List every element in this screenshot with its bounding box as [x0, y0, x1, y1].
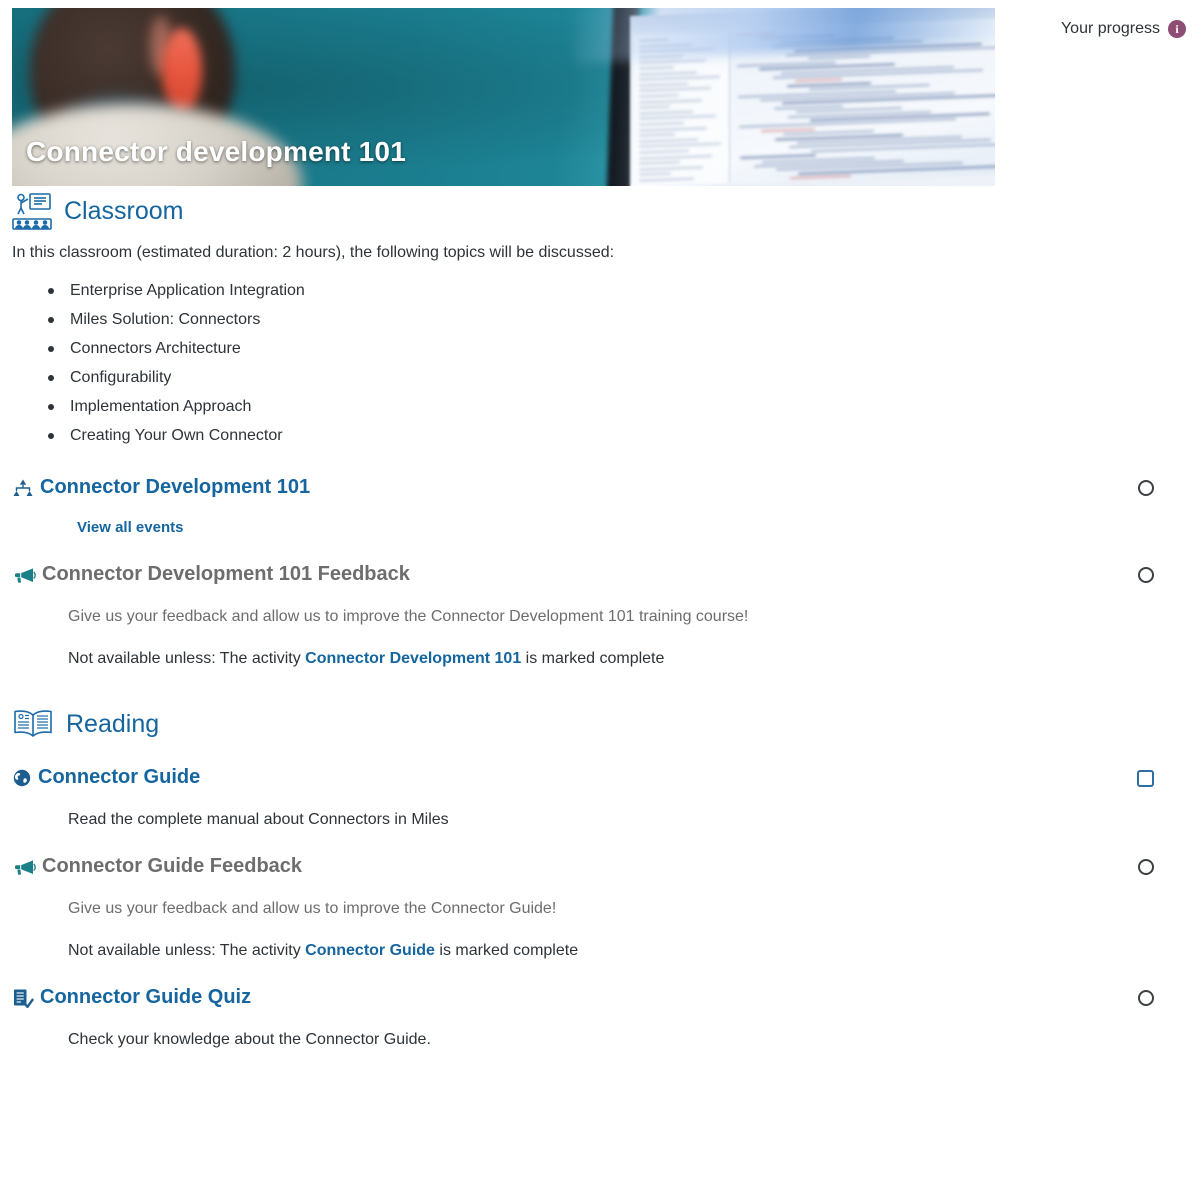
activity-description: Give us your feedback and allow us to im…: [68, 900, 557, 917]
square-marker: [1137, 770, 1154, 787]
circle-marker: [1138, 859, 1154, 875]
classroom-intro-text: In this classroom (estimated duration: 2…: [12, 244, 615, 261]
topic-list-item: Implementation Approach: [48, 392, 1186, 421]
topic-list-item: Configurability: [48, 363, 1186, 392]
activity-title-link[interactable]: Connector Guide Quiz: [40, 986, 251, 1009]
topic-list-item: Miles Solution: Connectors: [48, 305, 1186, 334]
activity-connector-development-101-feedback: Connector Development 101 Feedback Give …: [12, 563, 1186, 668]
circle-marker: [1138, 990, 1154, 1006]
activity-description: Read the complete manual about Connector…: [68, 811, 449, 828]
restriction-prefix: Not available unless: The activity: [68, 942, 306, 959]
globe-icon: [13, 769, 31, 786]
restriction-suffix: is marked complete: [521, 650, 665, 667]
activity-restriction: Not available unless: The activity Conne…: [68, 942, 1186, 960]
classroom-section-title: Classroom: [64, 196, 184, 225]
reading-section-header: Reading: [12, 708, 1186, 740]
classroom-topics-list: Enterprise Application Integration Miles …: [12, 276, 1186, 450]
course-banner: Connector development 101: [12, 8, 995, 186]
classroom-section-header: Classroom: [12, 192, 1186, 230]
section-classroom: Classroom In this classroom (estimated d…: [12, 192, 1186, 668]
quiz-icon: [14, 989, 34, 1008]
activity-title-text: Connector Development 101 Feedback: [42, 563, 410, 585]
circle-marker: [1138, 567, 1154, 583]
view-all-events-link[interactable]: View all events: [77, 519, 183, 536]
page-header: Connector development 101 Your progress …: [0, 0, 1200, 186]
open-book-icon: [14, 710, 52, 737]
restriction-suffix: is marked complete: [434, 942, 579, 959]
topic-list-item: Creating Your Own Connector: [48, 421, 1186, 450]
activity-title-link[interactable]: Connector Guide: [38, 766, 200, 789]
activity-connector-development-101: Connector Development 101 View all event…: [12, 476, 1186, 537]
activity-description: Give us your feedback and allow us to im…: [68, 608, 749, 625]
restriction-activity-link[interactable]: Connector Development 101: [305, 650, 521, 667]
activity-title-link[interactable]: Connector Development 101: [40, 476, 310, 499]
course-title: Connector development 101: [26, 136, 406, 167]
restriction-prefix: Not available unless: The activity: [68, 650, 306, 667]
topic-list-item: Connectors Architecture: [48, 334, 1186, 363]
activity-connector-guide-feedback: Connector Guide Feedback Give us your fe…: [12, 855, 1186, 960]
classroom-icon: [12, 193, 52, 230]
topic-list-item: Enterprise Application Integration: [48, 276, 1186, 305]
reading-section-title: Reading: [66, 709, 160, 738]
activity-header: Connector Development 101: [12, 476, 1186, 499]
megaphone-icon: [15, 859, 36, 875]
restriction-activity-link[interactable]: Connector Guide: [305, 942, 435, 959]
activity-header: Connector Guide Feedback: [12, 855, 1186, 878]
activity-header: Connector Development 101 Feedback: [12, 563, 1186, 586]
activity-header: Connector Guide Quiz: [12, 986, 1186, 1009]
circle-marker: [1138, 480, 1154, 496]
section-reading: Reading Connector Guide Read the complet…: [12, 708, 1186, 1049]
your-progress: Your progress i: [1061, 20, 1186, 38]
activity-connector-guide-quiz: Connector Guide Quiz Check your knowledg…: [12, 986, 1186, 1049]
course-content: Classroom In this classroom (estimated d…: [0, 192, 1200, 1049]
activity-connector-guide: Connector Guide Read the complete manual…: [12, 766, 1186, 829]
activity-restriction: Not available unless: The activity Conne…: [68, 650, 1186, 668]
activity-description: Check your knowledge about the Connector…: [68, 1031, 431, 1048]
activity-header: Connector Guide: [12, 766, 1186, 789]
completion-status-circle[interactable]: [1138, 480, 1154, 496]
completion-status-circle[interactable]: [1138, 859, 1154, 875]
your-progress-label: Your progress: [1060, 20, 1160, 37]
completion-status-circle[interactable]: [1138, 567, 1154, 583]
banner-headphone: [162, 28, 202, 114]
info-icon[interactable]: i: [1168, 20, 1186, 38]
completion-status-circle[interactable]: [1138, 990, 1154, 1006]
activity-title-text: Connector Guide Feedback: [42, 855, 303, 877]
hierarchy-icon: [13, 479, 33, 496]
megaphone-icon: [15, 567, 36, 583]
completion-checkbox[interactable]: [1137, 770, 1154, 787]
